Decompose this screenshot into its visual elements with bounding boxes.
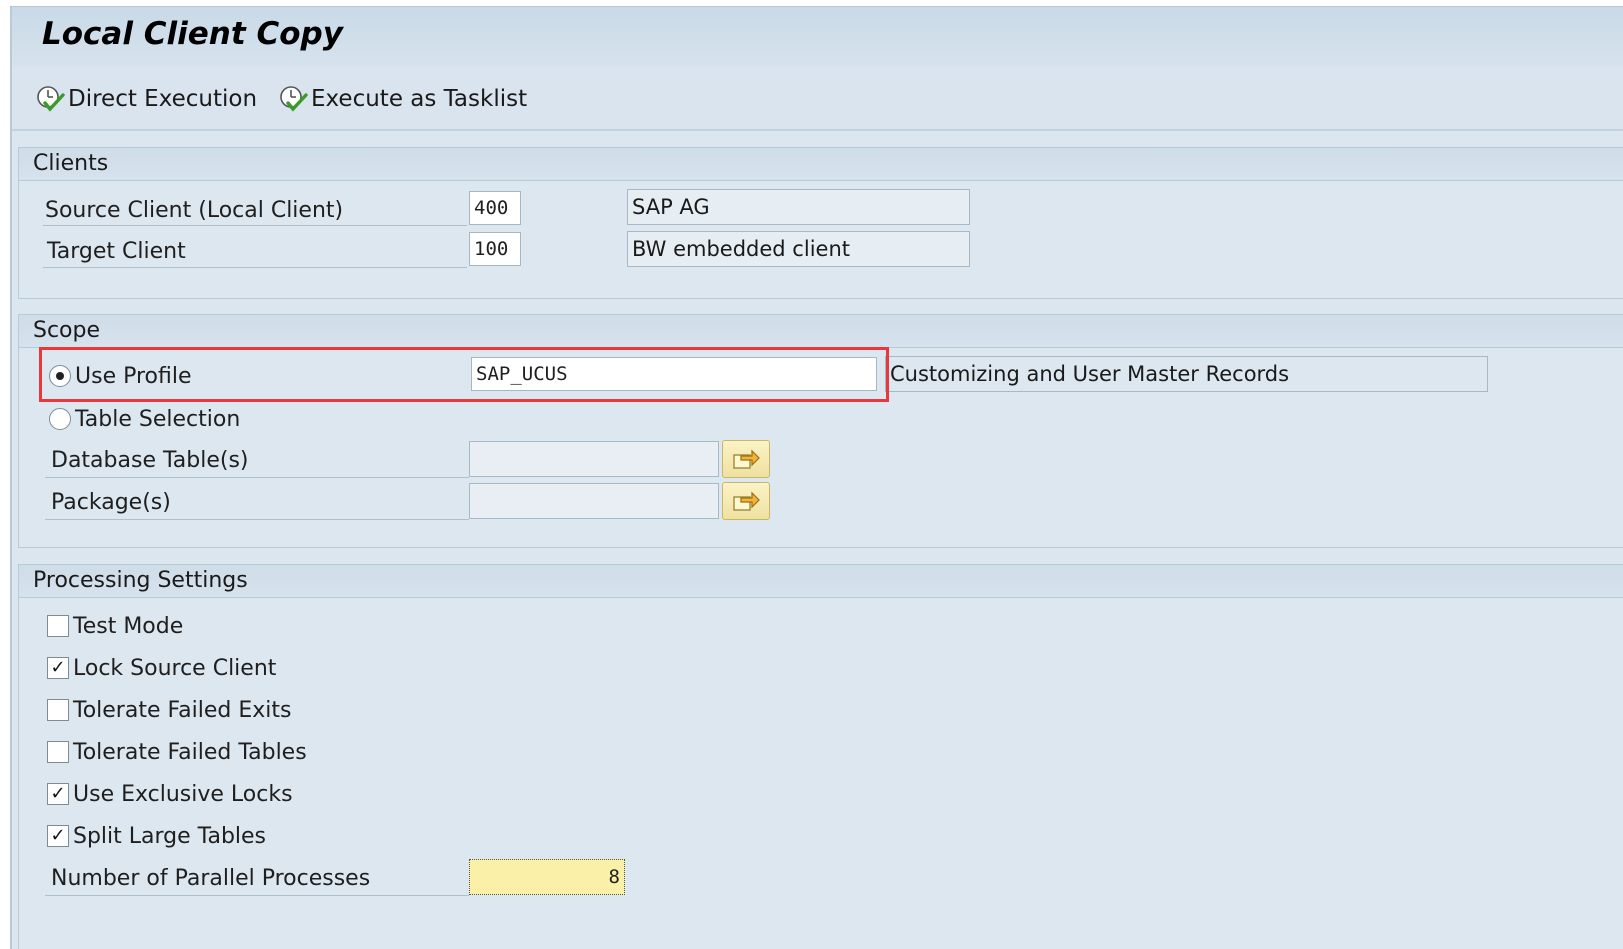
packages-label: Package(s) [51, 489, 171, 515]
parallel-processes-input[interactable]: 8 [469, 859, 625, 895]
use-exclusive-locks-checkbox[interactable]: ✓ [47, 783, 69, 805]
parallel-processes-label: Number of Parallel Processes [51, 865, 371, 891]
execute-icon [37, 86, 65, 112]
multiple-selection-arrow-icon [733, 491, 760, 511]
source-client-label: Source Client (Local Client) [45, 197, 344, 223]
lock-source-client-checkbox-row[interactable]: ✓ Lock Source Client [47, 650, 276, 686]
tolerate-failed-exits-checkbox[interactable] [47, 699, 69, 721]
test-mode-label: Test Mode [73, 613, 184, 639]
label-underline [43, 267, 467, 268]
direct-execution-label: Direct Execution [68, 86, 258, 112]
tolerate-failed-exits-checkbox-row[interactable]: Tolerate Failed Exits [47, 692, 291, 728]
label-underline [45, 519, 469, 520]
multiple-selection-arrow-icon [733, 449, 760, 469]
table-selection-radio[interactable] [49, 408, 71, 430]
profile-description: Customizing and User Master Records [885, 356, 1488, 392]
split-large-tables-label: Split Large Tables [73, 823, 267, 849]
application-toolbar: Direct Execution Execute as Tasklist [12, 67, 1623, 131]
clients-group-header: Clients [19, 148, 1623, 181]
highlight-box [39, 347, 889, 402]
lock-source-client-checkbox[interactable]: ✓ [47, 657, 69, 679]
target-client-description: BW embedded client [627, 231, 970, 267]
tolerate-failed-tables-label: Tolerate Failed Tables [73, 739, 307, 765]
tolerate-failed-exits-label: Tolerate Failed Exits [73, 697, 292, 723]
execute-as-tasklist-label: Execute as Tasklist [311, 86, 528, 112]
client-copy-window: Local Client Copy Direct Execution Execu… [10, 6, 1623, 949]
database-tables-input[interactable] [469, 441, 719, 477]
table-selection-label: Table Selection [75, 406, 241, 432]
tolerate-failed-tables-checkbox[interactable] [47, 741, 69, 763]
label-underline [45, 477, 469, 478]
use-exclusive-locks-label: Use Exclusive Locks [73, 781, 293, 807]
title-bar: Local Client Copy [12, 7, 1623, 68]
database-tables-multiple-selection-button[interactable] [722, 440, 770, 478]
clients-group: Clients Source Client (Local Client) 400… [18, 147, 1623, 299]
packages-multiple-selection-button[interactable] [722, 482, 770, 520]
split-large-tables-checkbox-row[interactable]: ✓ Split Large Tables [47, 818, 266, 854]
source-client-input[interactable]: 400 [469, 191, 521, 225]
packages-input[interactable] [469, 483, 719, 519]
direct-execution-button[interactable]: Direct Execution [34, 83, 257, 115]
tolerate-failed-tables-checkbox-row[interactable]: Tolerate Failed Tables [47, 734, 307, 770]
target-client-label: Target Client [47, 238, 186, 264]
lock-source-client-label: Lock Source Client [73, 655, 277, 681]
label-underline [45, 895, 469, 896]
label-underline [43, 225, 467, 226]
processing-settings-header: Processing Settings [19, 565, 1623, 598]
processing-settings-group: Processing Settings Test Mode ✓ Lock Sou… [18, 564, 1623, 949]
page-title: Local Client Copy [42, 16, 343, 52]
test-mode-checkbox[interactable] [47, 615, 69, 637]
execute-icon [280, 86, 308, 112]
use-exclusive-locks-checkbox-row[interactable]: ✓ Use Exclusive Locks [47, 776, 293, 812]
test-mode-checkbox-row[interactable]: Test Mode [47, 608, 183, 644]
scope-group-header: Scope [19, 315, 1623, 348]
target-client-input[interactable]: 100 [469, 232, 521, 266]
database-tables-label: Database Table(s) [51, 447, 249, 473]
scope-group: Scope Use Profile SAP_UCUS Customizing a… [18, 314, 1623, 548]
split-large-tables-checkbox[interactable]: ✓ [47, 825, 69, 847]
execute-as-tasklist-button[interactable]: Execute as Tasklist [277, 83, 527, 115]
table-selection-radio-row[interactable]: Table Selection [49, 401, 240, 437]
source-client-description: SAP AG [627, 189, 970, 225]
